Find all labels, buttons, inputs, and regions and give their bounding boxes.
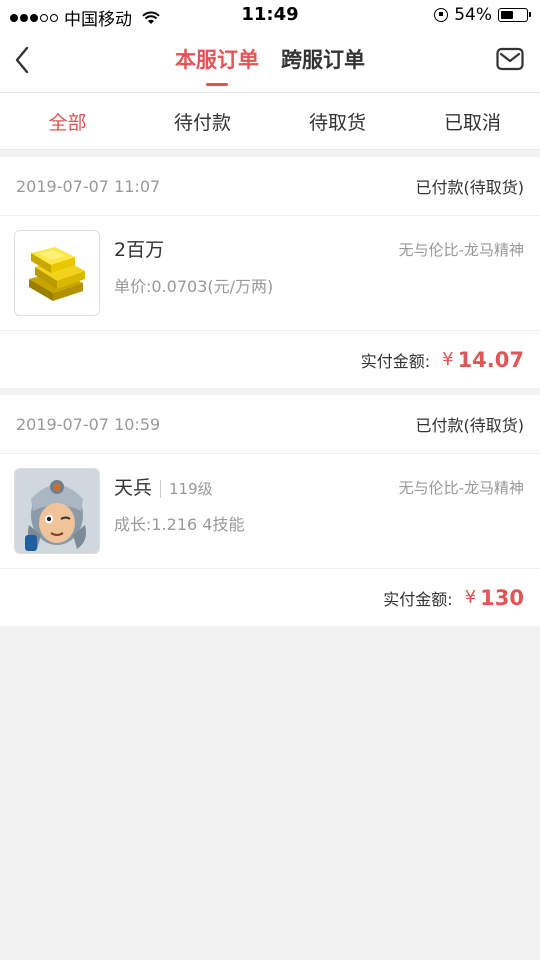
- paid-amount: 14.07: [457, 347, 524, 372]
- paid-amount: 130: [480, 585, 524, 610]
- order-item[interactable]: 天兵 119级 无与伦比-龙马精神 成长:1.216 4技能: [0, 454, 540, 569]
- mail-icon[interactable]: [496, 47, 524, 71]
- order-header: 2019-07-07 10:59 已付款(待取货): [0, 395, 540, 454]
- order-status: 已付款(待取货): [415, 416, 525, 435]
- item-name-text: 天兵: [114, 477, 153, 499]
- tab-local-orders[interactable]: 本服订单: [175, 44, 259, 86]
- item-info: 天兵 119级 无与伦比-龙马精神 成长:1.216 4技能: [114, 469, 524, 553]
- order-list: 2019-07-07 11:07 已付款(待取货) 2百万 无与伦比-龙马精神 …: [0, 150, 540, 626]
- item-name: 2百万: [114, 239, 165, 261]
- currency-symbol: ¥: [442, 349, 454, 370]
- filter-tab-pending-pickup[interactable]: 待取货: [270, 93, 405, 149]
- order-source-tabs: 本服订单 跨服订单: [0, 44, 540, 86]
- order-card[interactable]: 2019-07-07 10:59 已付款(待取货) 天兵 119级 无与伦比-龙…: [0, 395, 540, 626]
- rotation-lock-icon: [434, 8, 449, 22]
- order-time: 2019-07-07 11:07: [16, 176, 161, 196]
- filter-tab-all[interactable]: 全部: [0, 93, 135, 149]
- item-detail: 成长:1.216 4技能: [114, 515, 245, 534]
- battery-info: 54%: [434, 5, 531, 25]
- filter-tab-cancelled[interactable]: 已取消: [405, 93, 540, 149]
- status-bar: 中国移动 11:49 54%: [0, 0, 540, 30]
- order-card[interactable]: 2019-07-07 11:07 已付款(待取货) 2百万 无与伦比-龙马精神 …: [0, 157, 540, 388]
- item-info: 2百万 无与伦比-龙马精神 单价:0.0703(元/万两): [114, 231, 524, 315]
- status-filter-tabs: 全部 待付款 待取货 已取消: [0, 92, 540, 150]
- paid-amount-label: 实付金额:: [383, 589, 453, 609]
- filter-tab-pending-payment[interactable]: 待付款: [135, 93, 270, 149]
- item-server: 无与伦比-龙马精神: [398, 479, 524, 497]
- currency-symbol: ¥: [464, 587, 477, 608]
- item-server: 无与伦比-龙马精神: [398, 241, 524, 259]
- item-detail: 单价:0.0703(元/万两): [114, 277, 274, 296]
- paid-amount-label: 实付金额:: [360, 351, 431, 371]
- order-footer: 实付金额: ¥ 130: [0, 569, 540, 626]
- battery-percent: 54%: [454, 5, 492, 25]
- order-footer: 实付金额: ¥ 14.07: [0, 331, 540, 388]
- battery-icon: [498, 8, 531, 22]
- order-header: 2019-07-07 11:07 已付款(待取货): [0, 157, 540, 216]
- order-time: 2019-07-07 10:59: [16, 414, 161, 434]
- item-name: 天兵 119级: [114, 473, 213, 500]
- order-item[interactable]: 2百万 无与伦比-龙马精神 单价:0.0703(元/万两): [0, 216, 540, 331]
- gold-bars-icon: [14, 230, 100, 316]
- warrior-avatar-icon: [14, 468, 100, 554]
- item-level: 119级: [160, 480, 213, 498]
- nav-bar: 本服订单 跨服订单: [0, 30, 540, 92]
- tab-cross-server-orders[interactable]: 跨服订单: [281, 44, 365, 86]
- order-status: 已付款(待取货): [415, 178, 525, 197]
